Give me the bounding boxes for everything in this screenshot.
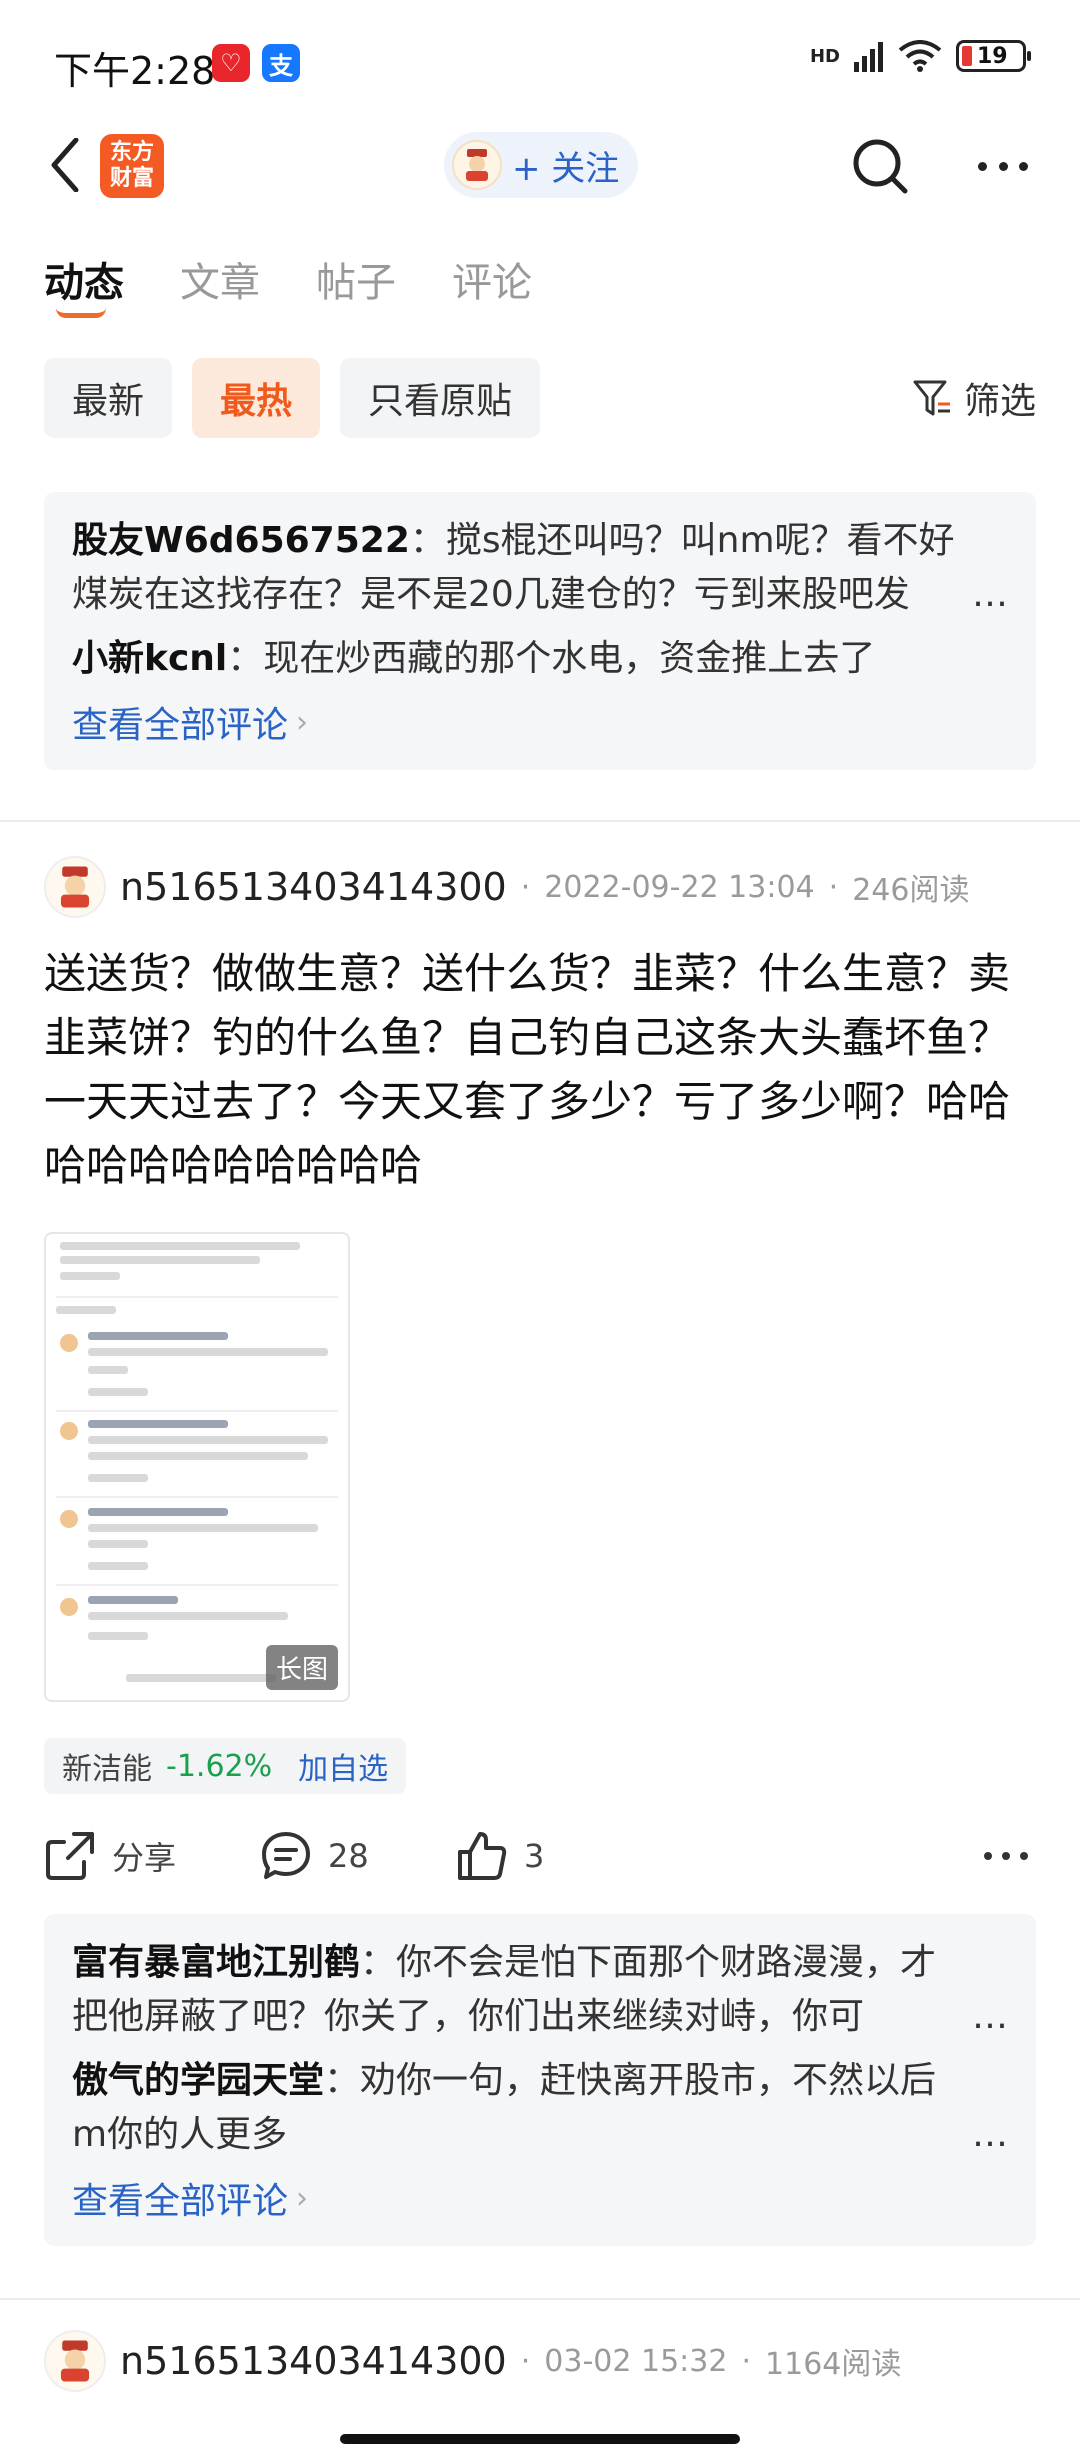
funnel-icon (913, 380, 950, 416)
status-time: 下午2:28 (54, 49, 216, 93)
ellipsis: … (964, 568, 1008, 622)
status-bar: 下午2:28 ♡ 支 HD 19 (0, 0, 1080, 120)
filter-hottest[interactable]: 最热 (192, 358, 321, 438)
battery-icon: 19 (956, 40, 1031, 72)
back-button[interactable] (40, 130, 90, 200)
chevron-left-icon (51, 138, 79, 192)
comment-author[interactable]: 傲气的学园天堂 (72, 2060, 324, 2101)
meta-separator: · (828, 869, 839, 905)
long-image-tag: 长图 (265, 1645, 338, 1690)
search-button[interactable] (850, 136, 910, 196)
chevron-right-icon: › (296, 2180, 309, 2216)
comment-item: 股友W6d6567522：搅s棍还叫吗？叫nm呢？看不好煤炭在这找存在？是不是2… (72, 514, 1008, 622)
nav-bar: 东方财富 + 关注 (0, 120, 1080, 212)
god-of-wealth-icon (466, 149, 488, 181)
filter-button[interactable]: 筛选 (912, 372, 1036, 424)
comment-preview-box[interactable]: 富有暴富地江别鹤：你不会是怕下面那个财路漫漫，才把他屏蔽了吧？你关了，你们出来继… (44, 1914, 1036, 2246)
wifi-icon (898, 40, 942, 72)
more-options-icon[interactable] (968, 136, 1038, 196)
tab-active-indicator (56, 308, 106, 318)
post-datetime: 03-02 15:32 (544, 2343, 728, 2379)
avatar[interactable] (44, 856, 106, 918)
post-body[interactable]: 送送货？做做生意？送什么货？韭菜？什么生意？卖韭菜饼？钓的什么鱼？自己钓自己这条… (44, 942, 1044, 1198)
comment-item: 富有暴富地江别鹤：你不会是怕下面那个财路漫漫，才把他屏蔽了吧？你关了，你们出来继… (72, 1936, 1008, 2044)
stock-change: -1.62% (166, 1748, 273, 1784)
stock-name[interactable]: 新洁能 (62, 1744, 152, 1788)
tab-posts[interactable]: 帖子 (316, 250, 396, 308)
meta-separator: · (520, 869, 531, 905)
tab-comments[interactable]: 评论 (452, 250, 532, 308)
add-to-watchlist-button[interactable]: 加自选 (298, 1744, 388, 1788)
alipay-notification-icon: 支 (262, 44, 300, 82)
like-button[interactable]: 3 (456, 1830, 656, 1882)
post-datetime: 2022-09-22 13:04 (544, 869, 815, 905)
meta-separator: · (741, 2343, 752, 2379)
tab-label: 评论 (452, 260, 532, 306)
profile-tabs: 动态 文章 帖子 评论 (44, 250, 532, 318)
filter-latest[interactable]: 最新 (44, 358, 173, 438)
comment-text: 现在炒西藏的那个水电，资金推上去了 (263, 638, 876, 679)
filter-label: 筛选 (963, 381, 1036, 422)
tab-label: 帖子 (316, 260, 396, 306)
user-avatar (452, 140, 502, 190)
sort-filters: 最新 最热 只看原贴 (44, 358, 541, 438)
comment-icon (262, 1832, 310, 1879)
follow-button[interactable]: + 关注 (444, 132, 638, 198)
divider (0, 2298, 1080, 2300)
status-icons: HD 19 (809, 40, 1031, 72)
ellipsis: … (964, 1990, 1008, 2044)
comment-author[interactable]: 富有暴富地江别鹤 (72, 1942, 360, 1983)
comment-count: 28 (328, 1837, 369, 1875)
chevron-right-icon: › (296, 704, 309, 740)
follow-label: + 关注 (512, 148, 620, 189)
tab-label: 文章 (180, 260, 260, 306)
post-actions: 分享 28 3 (44, 1826, 1036, 1886)
post-read-count: 1164阅读 (765, 2347, 902, 2382)
avatar[interactable] (44, 2330, 106, 2392)
post-long-image[interactable]: 长图 (44, 1232, 350, 1702)
share-icon (46, 1832, 94, 1880)
tab-label: 动态 (44, 260, 124, 306)
meta-separator: · (520, 2343, 531, 2379)
home-indicator[interactable] (340, 2434, 740, 2444)
search-icon (853, 139, 908, 194)
tab-dynamic[interactable]: 动态 (44, 250, 124, 318)
app-logo: 东方财富 (100, 134, 164, 198)
signal-icon (854, 42, 883, 72)
post-more-icon[interactable] (984, 1852, 1036, 1860)
god-of-wealth-icon (60, 866, 90, 908)
post-username[interactable]: n516513403414300 (120, 2339, 507, 2383)
god-of-wealth-icon (60, 2340, 90, 2382)
view-all-comments-link[interactable]: 查看全部评论 › (72, 2172, 1008, 2224)
share-button[interactable]: 分享 (44, 1830, 260, 1882)
comment-author[interactable]: 股友W6d6567522 (72, 520, 410, 561)
view-all-label: 查看全部评论 (72, 2181, 289, 2222)
post-username[interactable]: n516513403414300 (120, 865, 507, 909)
app-notification-icon: ♡ (212, 44, 250, 82)
comment-author[interactable]: 小新kcnl (72, 638, 227, 679)
divider (0, 820, 1080, 822)
comment-item: 傲气的学园天堂：劝你一句，赶快离开股市，不然以后m你的人更多 … (72, 2054, 1008, 2162)
network-label: HD (809, 45, 840, 67)
like-count: 3 (524, 1837, 545, 1875)
filter-original-only[interactable]: 只看原贴 (340, 358, 541, 438)
battery-level: 19 (977, 43, 1008, 69)
post-header: n516513403414300 · 03-02 15:32 · 1164阅读 (44, 2330, 901, 2392)
comment-preview-box[interactable]: 股友W6d6567522：搅s棍还叫吗？叫nm呢？看不好煤炭在这找存在？是不是2… (44, 492, 1036, 770)
post-header: n516513403414300 · 2022-09-22 13:04 · 24… (44, 856, 969, 918)
tab-articles[interactable]: 文章 (180, 250, 260, 308)
post-read-count: 246阅读 (852, 873, 970, 908)
view-all-label: 查看全部评论 (72, 705, 289, 746)
comment-item: 小新kcnl：现在炒西藏的那个水电，资金推上去了 (72, 638, 876, 679)
stock-tag[interactable]: 新洁能 -1.62% 加自选 (44, 1738, 407, 1794)
comment-button[interactable]: 28 (260, 1830, 456, 1882)
share-label: 分享 (112, 1839, 177, 1877)
thumbs-up-icon (458, 1832, 507, 1880)
ellipsis: … (964, 2108, 1008, 2162)
view-all-comments-link[interactable]: 查看全部评论 › (72, 696, 1008, 748)
